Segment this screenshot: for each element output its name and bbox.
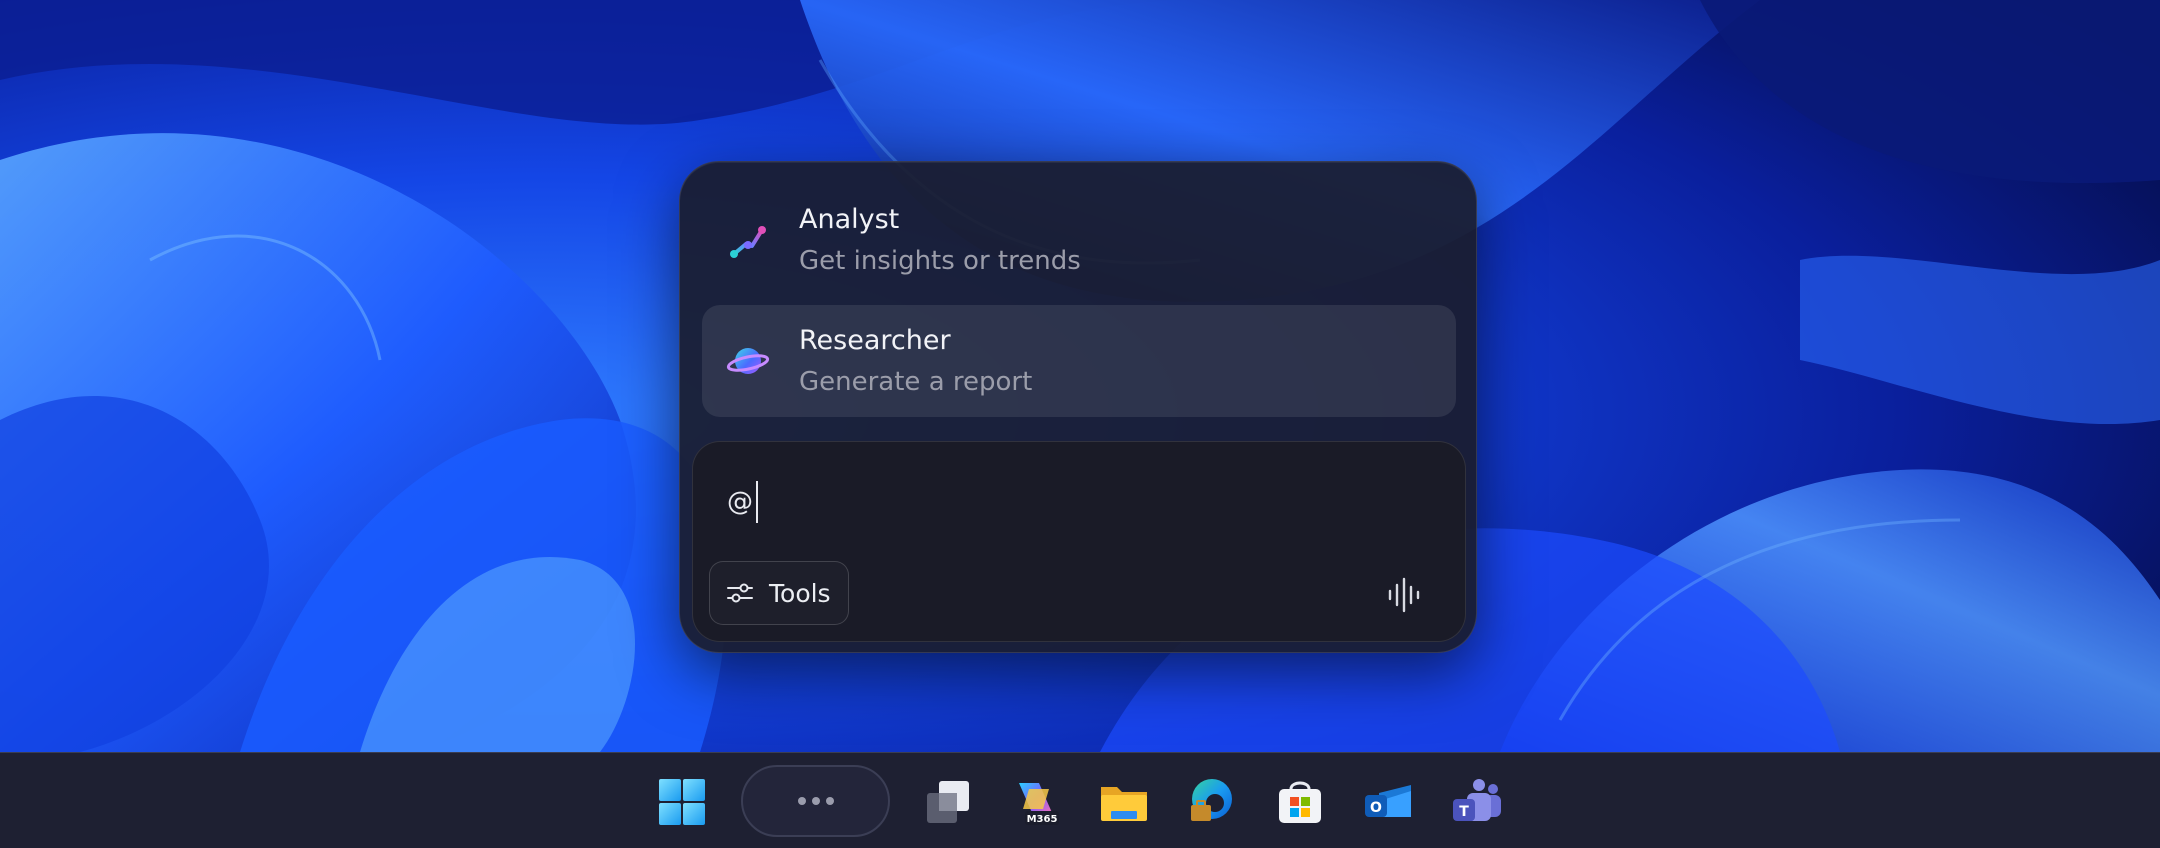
analyst-icon <box>730 226 766 258</box>
sliders-icon <box>727 583 753 603</box>
text-caret <box>756 481 758 523</box>
researcher-icon <box>726 348 770 374</box>
m365-copilot-icon[interactable]: M365 <box>1009 775 1063 829</box>
tools-button[interactable]: Tools <box>709 561 849 625</box>
copilot-panel: Analyst Get insights or trends Researche… <box>679 161 1477 653</box>
windows-start-icon[interactable] <box>655 775 709 829</box>
teams-badge: T <box>1459 804 1469 820</box>
task-view-icon[interactable] <box>921 775 975 829</box>
edge-icon[interactable] <box>1185 775 1239 829</box>
ellipsis-icon <box>797 797 806 805</box>
agent-subtitle: Generate a report <box>799 367 1033 397</box>
agent-title: Analyst <box>799 204 900 235</box>
agent-subtitle: Get insights or trends <box>799 246 1081 276</box>
voice-waveform-icon[interactable] <box>1385 575 1425 615</box>
folder-icon[interactable] <box>1097 775 1151 829</box>
store-icon[interactable] <box>1273 775 1327 829</box>
svg-text:M365: M365 <box>1027 814 1058 825</box>
agent-item-analyst[interactable]: Analyst Get insights or trends <box>702 184 1456 296</box>
prompt-input[interactable]: @ <box>727 480 758 524</box>
agent-item-researcher[interactable]: Researcher Generate a report <box>702 305 1456 417</box>
teams-icon[interactable]: T <box>1449 775 1503 829</box>
copilot-composer: @ Tools <box>692 441 1466 642</box>
taskbar-search-pill[interactable] <box>741 765 890 837</box>
outlook-badge: O <box>1370 800 1382 816</box>
prompt-input-value: @ <box>727 487 753 517</box>
agent-title: Researcher <box>799 325 951 356</box>
outlook-icon[interactable]: O <box>1361 775 1415 829</box>
tools-label: Tools <box>769 578 831 608</box>
taskbar: M365 O T <box>0 752 2160 848</box>
